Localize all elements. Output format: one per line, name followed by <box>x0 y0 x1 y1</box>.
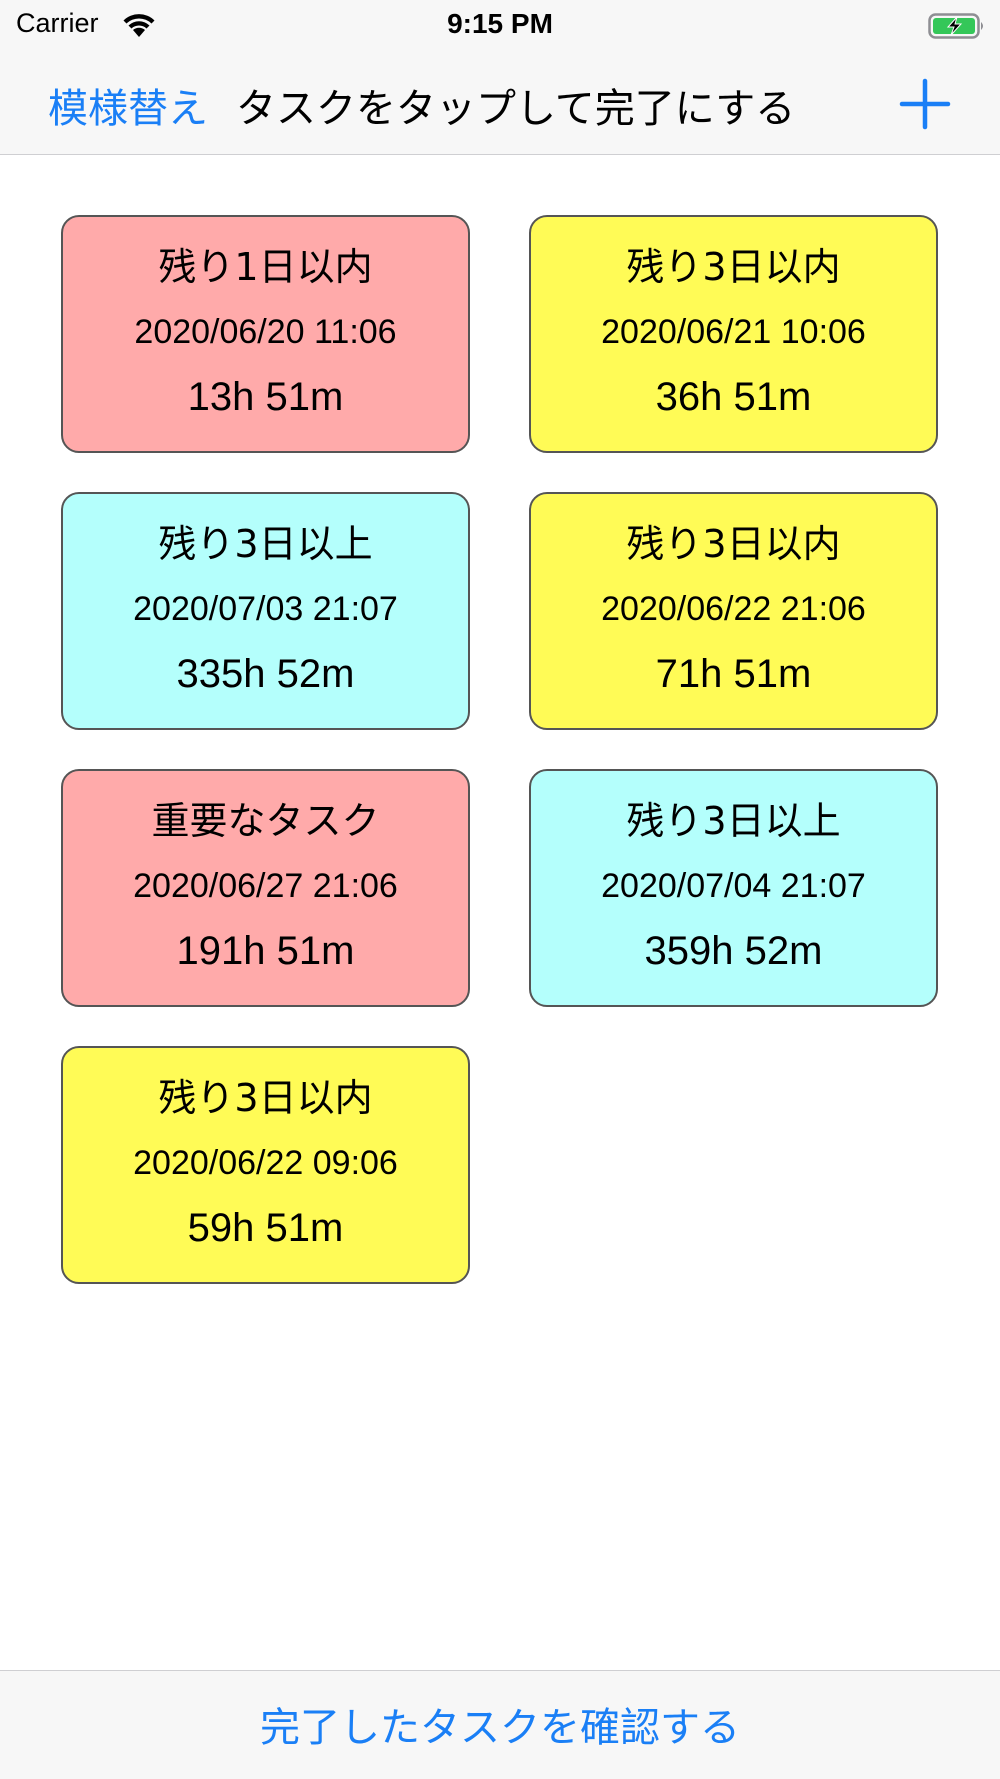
task-deadline: 2020/06/27 21:06 <box>133 867 398 905</box>
task-deadline: 2020/07/03 21:07 <box>133 590 398 628</box>
task-title: 残り3日以内 <box>626 245 841 289</box>
task-title: 残り3日以内 <box>158 1076 373 1120</box>
task-grid: 残り1日以内 2020/06/20 11:06 13h 51m 残り3日以内 2… <box>61 215 941 1284</box>
task-card[interactable]: 残り3日以上 2020/07/04 21:07 359h 52m <box>529 769 938 1007</box>
task-deadline: 2020/06/20 11:06 <box>134 313 397 351</box>
rearrange-button[interactable]: 模様替え <box>48 76 208 134</box>
page-title: タスクをタップして完了にする <box>236 86 796 132</box>
task-remaining-time: 359h 52m <box>644 929 823 973</box>
task-card[interactable]: 残り3日以上 2020/07/03 21:07 335h 52m <box>61 492 470 730</box>
task-title: 重要なタスク <box>151 799 380 843</box>
task-title: 残り3日以内 <box>626 522 841 566</box>
task-remaining-time: 59h 51m <box>187 1206 344 1250</box>
task-remaining-time: 335h 52m <box>176 652 355 696</box>
task-card[interactable]: 残り1日以内 2020/06/20 11:06 13h 51m <box>61 215 470 453</box>
task-title: 残り3日以上 <box>158 522 373 566</box>
view-completed-tasks-button[interactable]: 完了したタスクを確認する <box>0 1695 1000 1753</box>
task-deadline: 2020/06/22 09:06 <box>133 1144 398 1182</box>
task-remaining-time: 71h 51m <box>655 652 812 696</box>
plus-icon[interactable] <box>898 77 952 131</box>
task-title: 残り3日以上 <box>626 799 841 843</box>
task-card[interactable]: 残り3日以内 2020/06/22 09:06 59h 51m <box>61 1046 470 1284</box>
clock: 9:15 PM <box>447 8 553 39</box>
task-title: 残り1日以内 <box>158 245 373 289</box>
battery-charging-icon <box>928 13 983 39</box>
task-card[interactable]: 重要なタスク 2020/06/27 21:06 191h 51m <box>61 769 470 1007</box>
status-bar: Carrier 9:15 PM <box>0 0 1000 52</box>
task-deadline: 2020/06/21 10:06 <box>601 313 866 351</box>
task-card[interactable]: 残り3日以内 2020/06/22 21:06 71h 51m <box>529 492 938 730</box>
task-card[interactable]: 残り3日以内 2020/06/21 10:06 36h 51m <box>529 215 938 453</box>
task-remaining-time: 191h 51m <box>176 929 355 973</box>
navigation-bar: 模様替え タスクをタップして完了にする <box>0 52 1000 155</box>
task-deadline: 2020/06/22 21:06 <box>601 590 866 628</box>
task-remaining-time: 36h 51m <box>655 375 812 419</box>
task-remaining-time: 13h 51m <box>187 375 344 419</box>
task-deadline: 2020/07/04 21:07 <box>601 867 866 905</box>
bottom-toolbar: 完了したタスクを確認する <box>0 1670 1000 1779</box>
